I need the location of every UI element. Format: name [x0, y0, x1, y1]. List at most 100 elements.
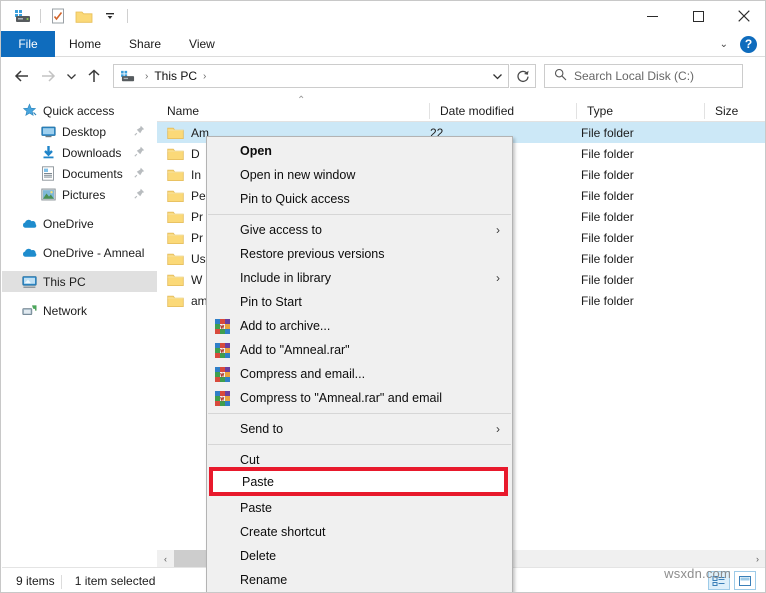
sidebar-item-label: Pictures [62, 188, 105, 202]
customize-dropdown-icon[interactable] [97, 5, 123, 27]
file-explorer-window: File Home Share View ⌄ ? [0, 0, 766, 593]
submenu-arrow-icon: › [496, 271, 500, 285]
close-button[interactable] [721, 1, 766, 31]
sidebar-item-label: Downloads [62, 146, 121, 160]
context-menu-item-pin-to-quick-access[interactable]: Pin to Quick access [207, 187, 512, 211]
sidebar-item-label: OneDrive - Amneal [43, 246, 144, 260]
this-pc-icon[interactable] [10, 5, 36, 27]
sidebar-item-label: This PC [43, 275, 86, 289]
context-menu-item-label: Open in new window [240, 168, 355, 182]
context-menu-item-open-in-new-window[interactable]: Open in new window [207, 163, 512, 187]
context-menu: Open Open in new window Pin to Quick acces… [206, 136, 513, 593]
refresh-button[interactable] [510, 64, 536, 88]
maximize-button[interactable] [675, 1, 721, 31]
context-menu-item-send-to[interactable]: Send to› [207, 417, 512, 441]
context-menu-item-add-to-amneal-rar[interactable]: Add to "Amneal.rar" [207, 338, 512, 362]
forward-button[interactable] [35, 63, 61, 89]
address-bar-row: › This PC › Search Local Disk ( [1, 58, 766, 94]
sidebar-item-quick-access[interactable]: Quick access [2, 100, 157, 121]
status-selection: 1 item selected [55, 574, 156, 588]
file-type-cell: File folder [577, 189, 705, 203]
file-name-text: In [191, 168, 201, 182]
scroll-left-arrow-icon[interactable]: ‹ [157, 550, 174, 567]
breadcrumb-this-pc[interactable]: This PC [153, 69, 198, 83]
folder-icon [167, 294, 184, 308]
pin-icon[interactable] [134, 188, 145, 202]
paste-highlight-box[interactable]: Paste [209, 467, 508, 496]
desktop-icon [40, 124, 56, 140]
pin-icon[interactable] [134, 167, 145, 181]
minimize-button[interactable] [629, 1, 675, 31]
new-folder-icon[interactable] [71, 5, 97, 27]
back-button[interactable] [9, 63, 35, 89]
file-type-cell: File folder [577, 210, 705, 224]
column-header-size[interactable]: Size [705, 100, 766, 122]
quick-access-toolbar [1, 5, 132, 27]
sidebar-item-label: Quick access [43, 104, 114, 118]
column-header-type[interactable]: Type [577, 100, 705, 122]
winrar-icon [214, 366, 230, 382]
context-menu-item-create-shortcut[interactable]: Create shortcut [207, 520, 512, 544]
menu-separator [208, 413, 511, 414]
context-menu-item-compress-to-amneal-rar-and-email[interactable]: Compress to "Amneal.rar" and email [207, 386, 512, 410]
search-placeholder: Search Local Disk (C:) [574, 69, 694, 83]
file-type-cell: File folder [577, 252, 705, 266]
context-menu-item-include-in-library[interactable]: Include in library› [207, 266, 512, 290]
context-menu-item-delete[interactable]: Delete [207, 544, 512, 568]
sidebar-item-documents[interactable]: Documents [2, 163, 157, 184]
file-type-cell: File folder [577, 168, 705, 182]
sidebar-item-this-pc[interactable]: This PC [2, 271, 157, 292]
file-type-cell: File folder [577, 147, 705, 161]
toolbar-separator-2 [127, 9, 128, 23]
onedrive-icon [21, 245, 37, 261]
context-menu-item-open[interactable]: Open [207, 139, 512, 163]
address-dropdown-icon[interactable] [486, 65, 508, 87]
file-type-cell: File folder [577, 273, 705, 287]
tab-share[interactable]: Share [115, 31, 175, 57]
folder-icon [167, 273, 184, 287]
column-header-name[interactable]: Name ⌃ [157, 100, 430, 122]
context-menu-item-label: Pin to Quick access [240, 192, 350, 206]
context-menu-item-add-to-archive[interactable]: Add to archive... [207, 314, 512, 338]
toolbar-separator [40, 9, 41, 23]
chevron-down-icon[interactable]: ⌄ [714, 39, 734, 50]
recent-locations-button[interactable] [61, 63, 81, 89]
context-menu-item-give-access-to[interactable]: Give access to› [207, 218, 512, 242]
winrar-icon [214, 342, 230, 358]
sidebar-item-downloads[interactable]: Downloads [2, 142, 157, 163]
context-menu-item-label: Rename [240, 573, 287, 587]
watermark: wsxdn.com [664, 566, 731, 581]
up-button[interactable] [81, 63, 107, 89]
file-type-cell: File folder [577, 231, 705, 245]
tab-file[interactable]: File [1, 31, 55, 57]
help-icon[interactable]: ? [740, 36, 757, 53]
column-header-date-modified[interactable]: Date modified [430, 100, 577, 122]
context-menu-item-paste[interactable]: Paste [213, 475, 274, 489]
large-icons-view-button[interactable] [734, 571, 756, 590]
tab-view[interactable]: View [175, 31, 229, 57]
context-menu-item-label: Restore previous versions [240, 247, 385, 261]
sidebar-item-desktop[interactable]: Desktop [2, 121, 157, 142]
context-menu-item-paste[interactable]: Paste [207, 496, 512, 520]
breadcrumb-separator-2[interactable]: › [198, 71, 211, 82]
address-bar[interactable]: › This PC › [113, 64, 509, 88]
context-menu-item-pin-to-start[interactable]: Pin to Start [207, 290, 512, 314]
sidebar-item-label: OneDrive [43, 217, 94, 231]
search-input[interactable]: Search Local Disk (C:) [544, 64, 743, 88]
pin-icon[interactable] [134, 125, 145, 139]
properties-icon[interactable] [45, 5, 71, 27]
sidebar-item-network[interactable]: Network [2, 300, 157, 321]
context-menu-item-label: Give access to [240, 223, 322, 237]
pin-icon[interactable] [134, 146, 145, 160]
sidebar-item-onedrive[interactable]: OneDrive [2, 213, 157, 234]
sidebar-item-pictures[interactable]: Pictures [2, 184, 157, 205]
context-menu-item-rename[interactable]: Rename [207, 568, 512, 592]
sidebar-item-onedrive-amneal[interactable]: OneDrive - Amneal [2, 242, 157, 263]
scroll-right-arrow-icon[interactable]: › [749, 550, 766, 567]
documents-icon [40, 166, 56, 182]
folder-icon [167, 168, 184, 182]
this-pc-breadcrumb-icon [120, 70, 136, 83]
context-menu-item-compress-and-email[interactable]: Compress and email... [207, 362, 512, 386]
context-menu-item-restore-previous-versions[interactable]: Restore previous versions [207, 242, 512, 266]
tab-home[interactable]: Home [55, 31, 115, 57]
